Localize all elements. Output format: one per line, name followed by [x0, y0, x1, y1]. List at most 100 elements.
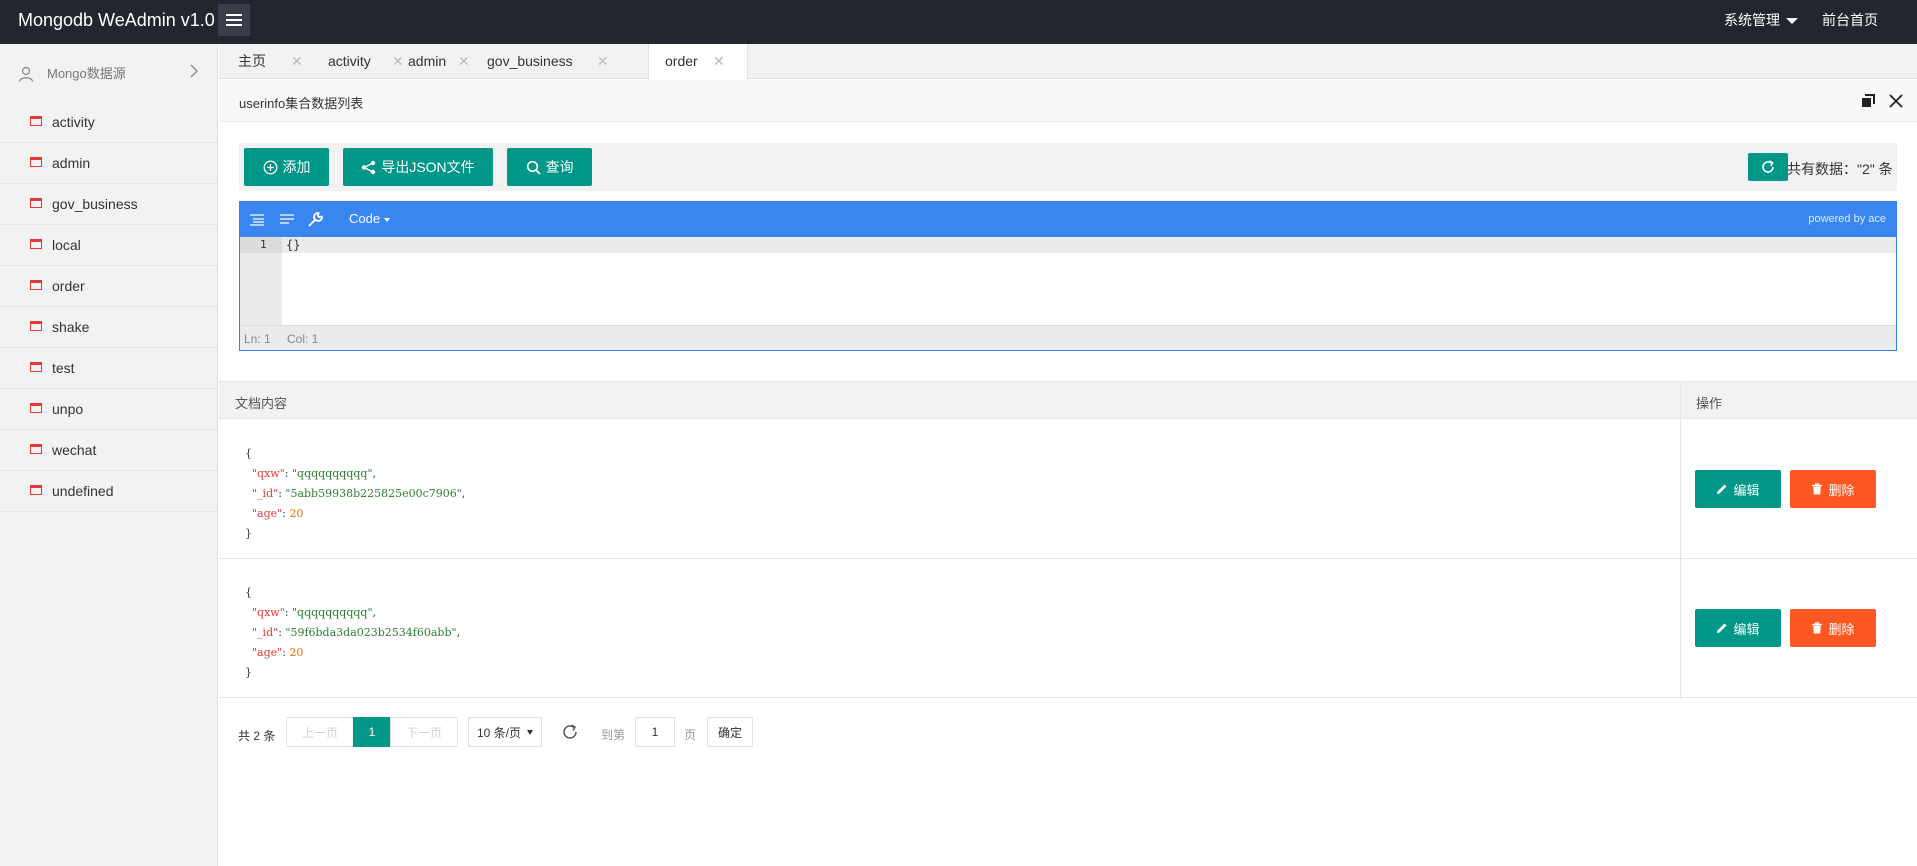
tab-order[interactable]: order ✕	[648, 44, 748, 80]
sidebar-item-activity[interactable]: activity	[0, 102, 217, 143]
tab-admin[interactable]: admin ✕	[408, 44, 474, 79]
trash-icon	[1812, 483, 1823, 495]
sidebar-item-test[interactable]: test	[0, 348, 217, 389]
close-tab-icon[interactable]: ✕	[597, 44, 609, 78]
sidebar-item-admin[interactable]: admin	[0, 143, 217, 184]
caret-down-icon	[384, 217, 391, 222]
edit-button[interactable]: 编辑	[1695, 470, 1781, 508]
tab-label: order	[665, 53, 698, 69]
delete-button[interactable]: 删除	[1790, 609, 1876, 647]
goto-confirm-button[interactable]: 确定	[707, 717, 753, 747]
table-row: { "qxw": "qqqqqqqqqq", "_id": "5abb59938…	[219, 420, 1917, 559]
sidebar-item-wechat[interactable]: wechat	[0, 430, 217, 471]
column-divider	[1680, 381, 1681, 699]
query-button[interactable]: 查询	[507, 148, 592, 186]
json-editor[interactable]: Code powered by ace 1 {} Ln: 1 Col: 1	[239, 201, 1897, 351]
column-header-actions: 操作	[1696, 396, 1723, 411]
compact-icon[interactable]	[278, 211, 296, 229]
tab-label: admin	[408, 53, 447, 69]
sidebar-item-unpo[interactable]: unpo	[0, 389, 217, 430]
wrench-icon[interactable]	[306, 211, 324, 229]
editor-code-area[interactable]: {}	[282, 237, 1896, 325]
nav-frontend-link[interactable]: 前台首页	[1822, 0, 1878, 44]
add-button[interactable]: 添加	[244, 148, 329, 186]
format-icon[interactable]	[248, 211, 266, 229]
sidebar-heading-label: Mongo数据源	[47, 66, 126, 81]
sidebar-item-gov-business[interactable]: gov_business	[0, 184, 217, 225]
export-button-label: 导出JSON文件	[381, 159, 475, 175]
record-count: 共有数据："2" 条	[1787, 161, 1893, 177]
sidebar-item-label: undefined	[52, 483, 114, 499]
status-line: Ln: 1	[244, 332, 271, 346]
pencil-icon	[1717, 623, 1727, 633]
collection-icon	[30, 280, 42, 290]
pager-refresh-icon[interactable]	[561, 723, 579, 741]
delete-button-label: 删除	[1828, 482, 1855, 498]
collection-icon	[30, 485, 42, 495]
sidebar-item-shake[interactable]: shake	[0, 307, 217, 348]
menu-toggle-button[interactable]	[218, 4, 250, 36]
tab-activity[interactable]: activity ✕	[328, 44, 404, 79]
pencil-icon	[1717, 484, 1727, 494]
collection-icon	[30, 321, 42, 331]
chevron-right-icon	[190, 64, 198, 78]
editor-mode-label: Code	[349, 211, 381, 226]
close-tab-icon[interactable]: ✕	[291, 44, 303, 78]
sidebar-item-undefined[interactable]: undefined	[0, 471, 217, 512]
restore-window-icon[interactable]	[1859, 92, 1877, 110]
close-tab-icon[interactable]: ✕	[392, 44, 404, 78]
edit-button-label: 编辑	[1733, 482, 1760, 498]
sidebar: Mongo数据源 activity admin gov_businesslocal o…	[0, 44, 218, 866]
tab-主页[interactable]: 主页 ✕	[238, 44, 303, 79]
sidebar-item-label: test	[52, 360, 75, 376]
page-size-select[interactable]: 10 条/页	[468, 717, 542, 747]
sidebar-item-label: activity	[52, 114, 95, 130]
export-json-button[interactable]: 导出JSON文件	[343, 148, 493, 186]
collection-icon	[30, 403, 42, 413]
close-tab-icon[interactable]: ✕	[713, 44, 725, 78]
documents-table: 文档内容 操作 { "qxw": "qqqqqqqqqq", "_id": "5…	[219, 381, 1917, 699]
sidebar-item-label: shake	[52, 319, 90, 335]
caret-down-icon	[1786, 18, 1798, 25]
tab-gov-business[interactable]: gov_business ✕	[487, 44, 609, 79]
sidebar-item-label: admin	[52, 155, 91, 171]
editor-mode-dropdown[interactable]: Code	[349, 211, 391, 226]
current-page[interactable]: 1	[353, 717, 391, 747]
trash-icon	[1812, 622, 1823, 634]
close-window-icon[interactable]	[1887, 92, 1905, 110]
goto-page-input[interactable]: 1	[635, 717, 675, 747]
collection-icon	[30, 116, 42, 126]
delete-button[interactable]: 删除	[1790, 470, 1876, 508]
goto-label: 到第	[601, 728, 626, 742]
prev-page-button[interactable]: 上一页	[286, 717, 354, 747]
refresh-icon	[1762, 160, 1774, 173]
sidebar-heading[interactable]: Mongo数据源	[0, 44, 217, 102]
hamburger-icon	[226, 14, 242, 26]
sidebar-item-label: local	[52, 237, 81, 253]
sidebar-list: activity admin gov_businesslocal order shake…	[0, 102, 217, 512]
tab-label: 主页	[238, 53, 266, 69]
collection-icon	[30, 198, 42, 208]
query-button-label: 查询	[545, 159, 574, 175]
sidebar-item-local[interactable]: local	[0, 225, 217, 266]
refresh-button[interactable]	[1748, 153, 1788, 181]
sidebar-item-order[interactable]: order	[0, 266, 217, 307]
edit-button-label: 编辑	[1733, 621, 1760, 637]
next-page-button[interactable]: 下一页	[390, 717, 458, 747]
line-number: 1	[240, 237, 282, 253]
edit-button[interactable]: 编辑	[1695, 609, 1781, 647]
collection-icon	[30, 239, 42, 249]
tab-label: activity	[328, 53, 371, 69]
add-button-label: 添加	[282, 159, 311, 175]
nav-system-menu[interactable]: 系统管理	[1724, 0, 1798, 44]
editor-status-bar: Ln: 1 Col: 1	[240, 325, 1896, 350]
column-header-content: 文档内容	[235, 396, 288, 411]
collection-icon	[30, 444, 42, 454]
document-json: { "qxw": "qqqqqqqqqq", "_id": "59f6bda3d…	[245, 586, 461, 679]
close-tab-icon[interactable]: ✕	[458, 44, 470, 78]
pagination: 共 2 条 上一页 1 下一页 10 条/页 到第 1 页 确定	[219, 715, 1219, 755]
table-row: { "qxw": "qqqqqqqqqq", "_id": "59f6bda3d…	[219, 559, 1917, 698]
collection-icon	[30, 362, 42, 372]
toolbar: 添加 导出JSON文件 查询 共有数据："2" 条	[239, 143, 1897, 191]
app-logo: Mongodb WeAdmin v1.0	[18, 10, 215, 30]
